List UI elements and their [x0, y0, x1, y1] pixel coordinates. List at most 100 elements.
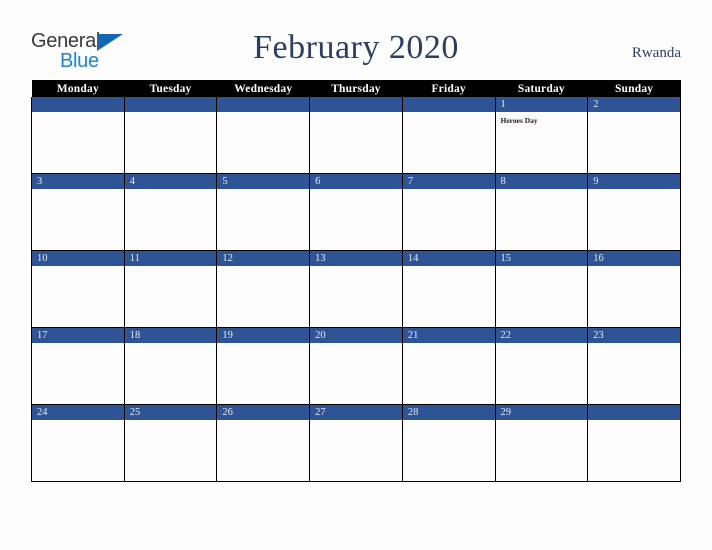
day-events: [496, 343, 588, 347]
page-title: February 2020: [253, 29, 459, 66]
day-cell-inner: 27: [310, 405, 402, 481]
calendar-day-cell[interactable]: 14: [401, 250, 496, 328]
day-cell-inner: [588, 405, 680, 481]
day-number: 18: [124, 328, 217, 343]
day-events: [588, 189, 680, 193]
calendar-day-cell[interactable]: 17: [31, 327, 125, 405]
calendar-day-cell[interactable]: 19: [216, 327, 311, 405]
calendar-day-cell[interactable]: 23: [587, 327, 681, 405]
calendar-header-row: Monday Tuesday Wednesday Thursday Friday…: [31, 80, 681, 97]
day-number: 3: [32, 174, 124, 189]
calendar-day-cell[interactable]: 5: [216, 173, 311, 251]
day-cell-inner: 13: [310, 251, 402, 327]
day-cell-inner: 12: [217, 251, 310, 327]
calendar-day-cell[interactable]: [216, 97, 311, 174]
day-events: [403, 112, 495, 116]
day-cell-inner: 25: [124, 405, 217, 481]
page-header: General Blue February 2020 Rwanda: [0, 0, 712, 80]
calendar-day-cell[interactable]: [123, 97, 218, 174]
calendar-day-cell[interactable]: 15: [494, 250, 589, 328]
day-events: [125, 189, 217, 193]
day-cell-inner: 14: [402, 251, 495, 327]
day-cell-inner: 3: [32, 174, 124, 250]
day-number: [402, 97, 495, 112]
day-cell-inner: 28: [402, 405, 495, 481]
calendar-day-cell[interactable]: 6: [309, 173, 403, 251]
day-cell-inner: 10: [32, 251, 124, 327]
calendar-day-cell[interactable]: [587, 404, 681, 482]
calendar-day-cell[interactable]: 25: [123, 404, 218, 482]
day-cell-inner: 8: [495, 174, 588, 250]
day-cell-inner: [217, 97, 310, 173]
day-cell-inner: 26: [217, 405, 310, 481]
day-cell-inner: 5: [217, 174, 310, 250]
day-number: 12: [217, 251, 310, 266]
calendar-day-cell[interactable]: 21: [401, 327, 496, 405]
calendar-day-cell[interactable]: 7: [401, 173, 496, 251]
day-number: [217, 97, 310, 112]
day-cell-inner: 16: [588, 251, 680, 327]
day-cell-inner: [402, 97, 495, 173]
calendar-day-cell[interactable]: 18: [123, 327, 218, 405]
day-events: [403, 266, 495, 270]
calendar-day-cell[interactable]: 3: [31, 173, 125, 251]
calendar-day-cell[interactable]: [309, 97, 403, 174]
calendar-day-cell[interactable]: 27: [309, 404, 403, 482]
day-number: 16: [588, 251, 680, 266]
day-number: 7: [402, 174, 495, 189]
day-number: 10: [32, 251, 124, 266]
day-events: [125, 343, 217, 347]
day-events: Heroes Day: [496, 112, 588, 126]
day-events: [217, 343, 309, 347]
day-events: [217, 266, 309, 270]
calendar-day-cell[interactable]: 12: [216, 250, 311, 328]
day-events: [125, 420, 217, 424]
calendar-day-cell[interactable]: 20: [309, 327, 403, 405]
day-number: 23: [588, 328, 680, 343]
calendar-day-cell[interactable]: 9: [587, 173, 681, 251]
calendar-week-row: 17 18 19 20 21 22 23: [31, 327, 681, 405]
day-cell-inner: 19: [217, 328, 310, 404]
calendar-day-cell[interactable]: 22: [494, 327, 589, 405]
day-cell-inner: 1 Heroes Day: [495, 97, 588, 173]
day-events: [403, 343, 495, 347]
calendar-day-cell[interactable]: 11: [123, 250, 218, 328]
day-events: [125, 112, 217, 116]
day-cell-inner: 24: [32, 405, 124, 481]
day-number: 6: [310, 174, 402, 189]
day-events: [403, 189, 495, 193]
day-cell-inner: 7: [402, 174, 495, 250]
day-events: [217, 189, 309, 193]
calendar-day-cell[interactable]: [31, 97, 125, 174]
calendar-day-cell[interactable]: 4: [123, 173, 218, 251]
day-number: 13: [310, 251, 402, 266]
weekday-header-tuesday: Tuesday: [124, 80, 217, 97]
calendar-day-cell[interactable]: 26: [216, 404, 311, 482]
calendar-day-cell[interactable]: 13: [309, 250, 403, 328]
calendar-week-row: 1 Heroes Day 2: [31, 97, 681, 174]
calendar-day-cell[interactable]: 28: [401, 404, 496, 482]
day-number: 19: [217, 328, 310, 343]
day-number: 21: [402, 328, 495, 343]
calendar-day-cell[interactable]: 29: [494, 404, 589, 482]
day-cell-inner: 20: [310, 328, 402, 404]
day-events: [588, 266, 680, 270]
calendar-day-cell[interactable]: 10: [31, 250, 125, 328]
day-number: 20: [310, 328, 402, 343]
calendar-day-cell[interactable]: 2: [587, 97, 681, 174]
day-number: 29: [495, 405, 588, 420]
day-number: 27: [310, 405, 402, 420]
day-cell-inner: 22: [495, 328, 588, 404]
day-cell-inner: 17: [32, 328, 124, 404]
calendar-day-cell[interactable]: [401, 97, 496, 174]
calendar-day-cell[interactable]: 1 Heroes Day: [494, 97, 589, 174]
calendar-day-cell[interactable]: 24: [31, 404, 125, 482]
day-events: [496, 266, 588, 270]
day-number: 14: [402, 251, 495, 266]
country-label: Rwanda: [631, 45, 681, 61]
calendar-day-cell[interactable]: 8: [494, 173, 589, 251]
day-number: [32, 97, 124, 112]
day-number: 17: [32, 328, 124, 343]
day-events: [125, 266, 217, 270]
calendar-day-cell[interactable]: 16: [587, 250, 681, 328]
